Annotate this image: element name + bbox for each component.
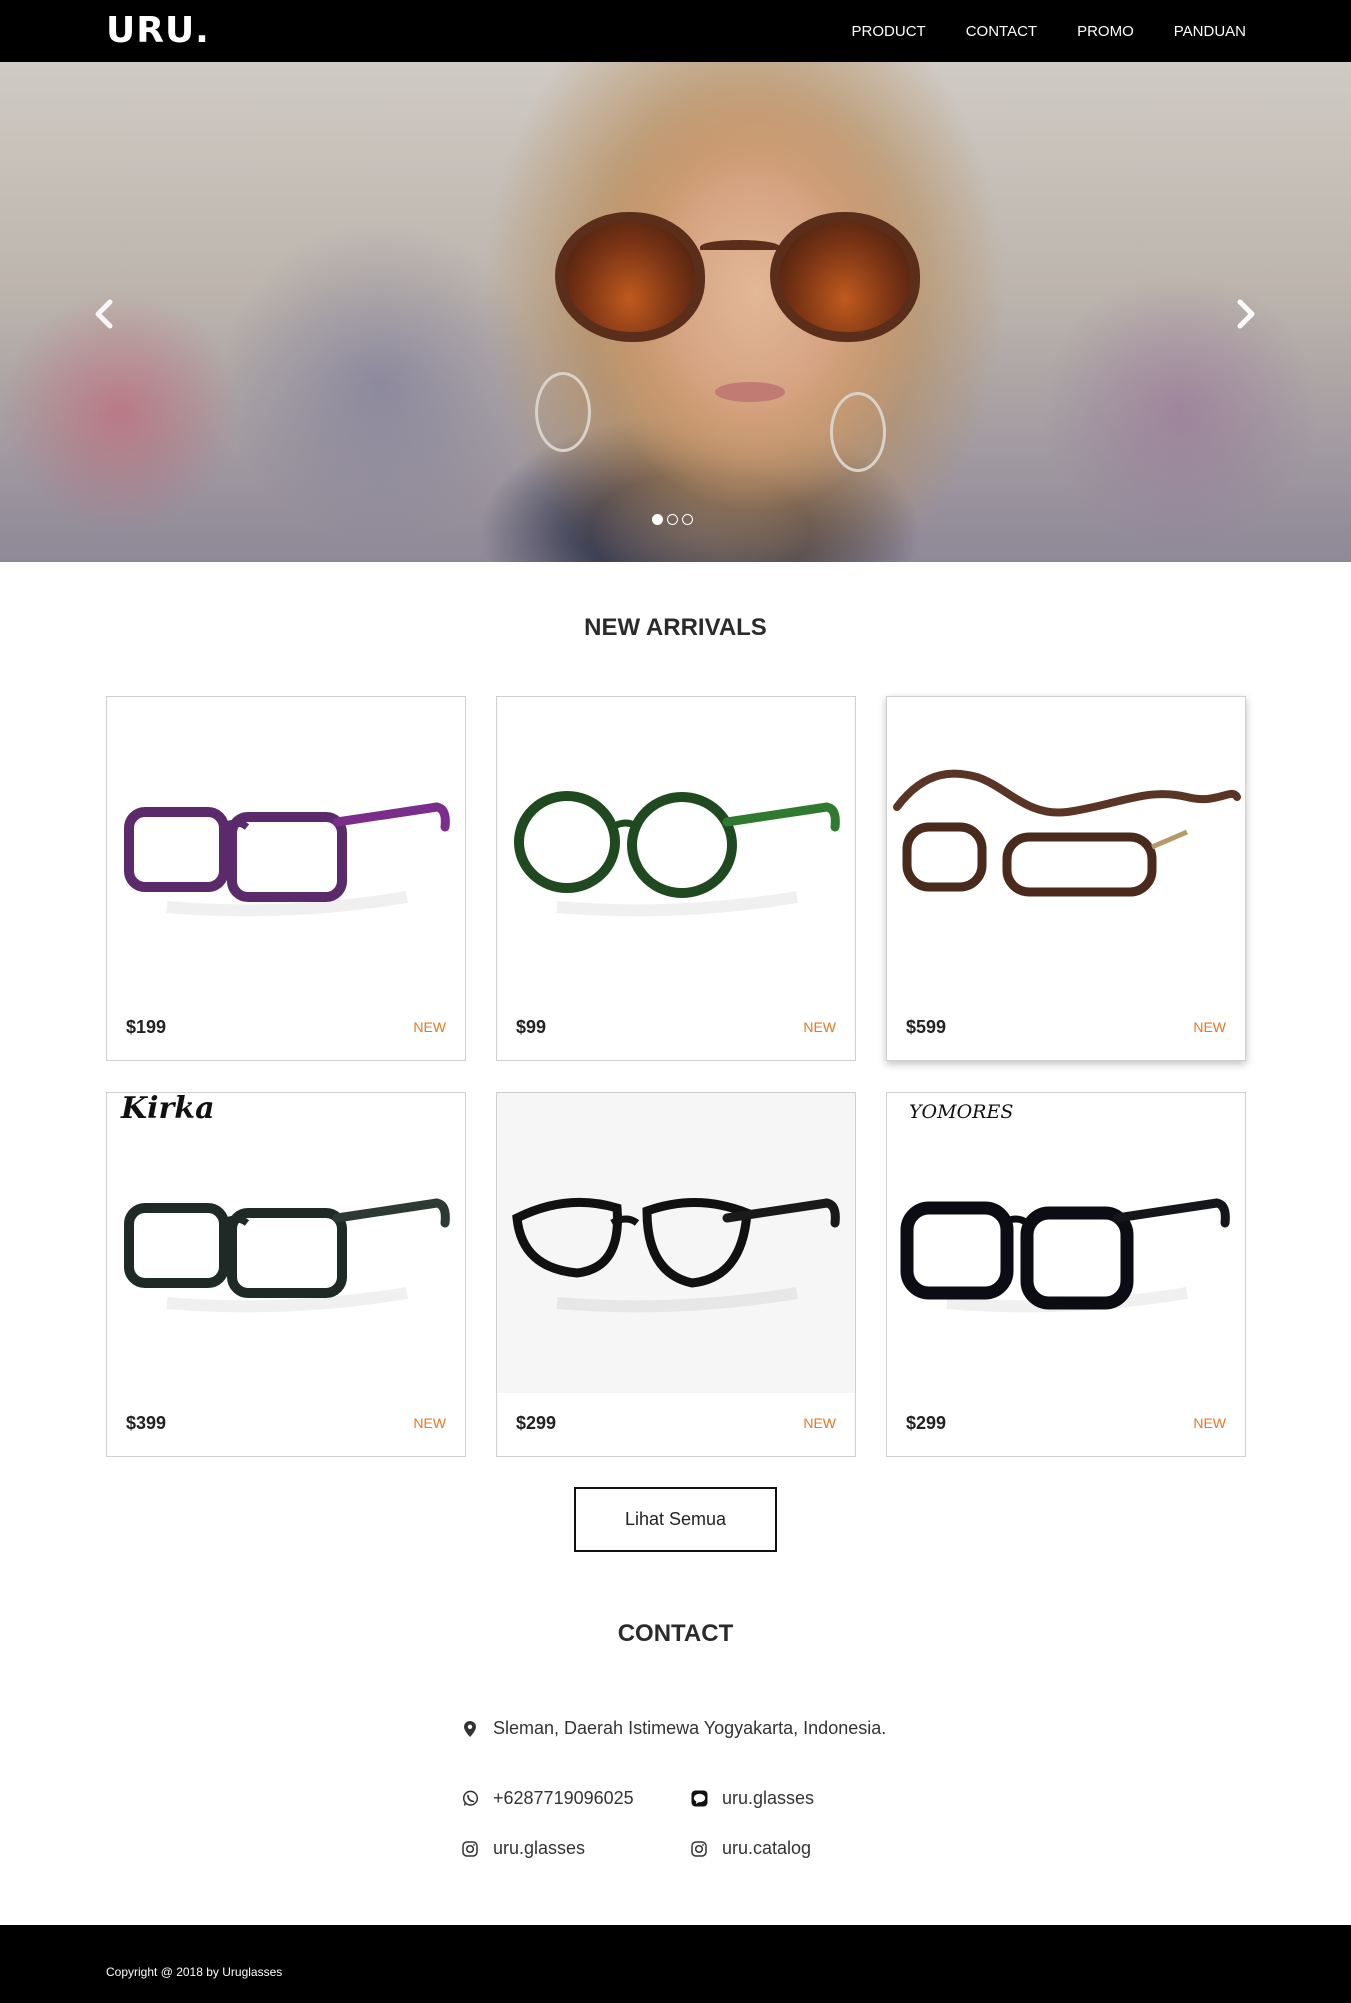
carousel-dot-3[interactable] [682,514,693,525]
product-grid: $199 NEW $99 NEW $599 NEW Kirka $399 NEW… [106,696,1246,1457]
product-price: $599 [906,1017,947,1037]
product-card[interactable]: $199 NEW [106,696,466,1061]
product-image [124,1198,450,1313]
brand-mark-yomores: YOMORES [909,1101,1014,1123]
instagram-handle: uru.catalog [722,1838,812,1858]
carousel-dot-1[interactable] [652,514,663,525]
view-all-button[interactable]: Lihat Semua [574,1487,777,1552]
contact-instagram-1[interactable]: uru.glasses [461,1838,585,1859]
hero-sunglasses-lens-right [770,212,920,342]
product-image [900,1198,1230,1313]
product-price: $399 [126,1413,167,1433]
product-price: $299 [516,1413,557,1433]
new-badge: NEW [803,1415,836,1431]
contact-line[interactable]: uru.glasses [690,1788,814,1809]
new-badge: NEW [1193,1415,1226,1431]
whatsapp-icon [461,1790,479,1808]
eyeglasses-illustration [893,769,1241,897]
product-image [124,802,450,917]
nav-item-promo[interactable]: PROMO [1077,23,1134,40]
eyeglasses-illustration [512,1197,840,1313]
top-navbar: URU. PRODUCT CONTACT PROMO PANDUAN [0,0,1351,62]
address-text: Sleman, Daerah Istimewa Yogyakarta, Indo… [493,1718,887,1738]
carousel-indicators [652,514,693,525]
product-image [497,1093,855,1393]
contact-instagram-2[interactable]: uru.catalog [690,1838,811,1859]
hero-carousel [0,62,1351,562]
hero-sunglasses-lens-left [555,212,705,342]
eyeglasses-illustration [900,1198,1230,1313]
carousel-next-button[interactable] [1226,294,1266,334]
product-image [514,791,840,917]
carousel-dot-2[interactable] [667,514,678,525]
new-arrivals-title: NEW ARRIVALS [584,614,767,641]
product-card[interactable]: $99 NEW [496,696,856,1061]
map-marker-icon [461,1720,479,1738]
chevron-left-icon [95,299,113,329]
contact-address: Sleman, Daerah Istimewa Yogyakarta, Indo… [461,1718,886,1739]
hero-earring-right [830,392,886,472]
nav-item-panduan[interactable]: PANDUAN [1174,23,1246,40]
product-price: $99 [516,1017,547,1037]
chevron-right-icon [1237,299,1255,329]
eyeglasses-illustration [124,1198,450,1313]
hero-earring-left [535,372,591,452]
line-id: uru.glasses [722,1788,815,1808]
contact-title: CONTACT [617,1620,734,1647]
instagram-icon [690,1840,708,1858]
nav-item-contact[interactable]: CONTACT [966,23,1037,40]
contact-whatsapp[interactable]: +6287719096025 [461,1788,634,1809]
product-price: $299 [906,1413,947,1433]
new-badge: NEW [1193,1019,1226,1035]
line-icon [690,1790,708,1808]
product-image [893,769,1241,897]
copyright-text: Copyright @ 2018 by Uruglasses [106,1965,283,1979]
brand-mark-kirka: Kirka [121,1092,215,1126]
main-nav: PRODUCT CONTACT PROMO PANDUAN [852,0,1246,62]
product-card[interactable]: YOMORES $299 NEW [886,1092,1246,1457]
footer: Copyright @ 2018 by Uruglasses [0,1925,1351,2003]
product-card[interactable]: $299 NEW [496,1092,856,1457]
nav-item-product[interactable]: PRODUCT [852,23,926,40]
hero-mouth [715,382,785,402]
new-badge: NEW [413,1019,446,1035]
product-card[interactable]: Kirka $399 NEW [106,1092,466,1457]
instagram-icon [461,1840,479,1858]
eyeglasses-illustration [514,791,840,917]
eyeglasses-illustration [124,802,450,917]
hero-sunglasses-bridge [700,240,780,254]
hero-image [0,62,1351,562]
new-badge: NEW [803,1019,836,1035]
product-card[interactable]: $599 NEW [886,696,1246,1061]
whatsapp-number: +6287719096025 [493,1788,634,1808]
new-badge: NEW [413,1415,446,1431]
brand-logo[interactable]: URU. [106,10,210,51]
product-price: $199 [126,1017,167,1037]
instagram-handle: uru.glasses [493,1838,586,1858]
carousel-prev-button[interactable] [84,294,124,334]
